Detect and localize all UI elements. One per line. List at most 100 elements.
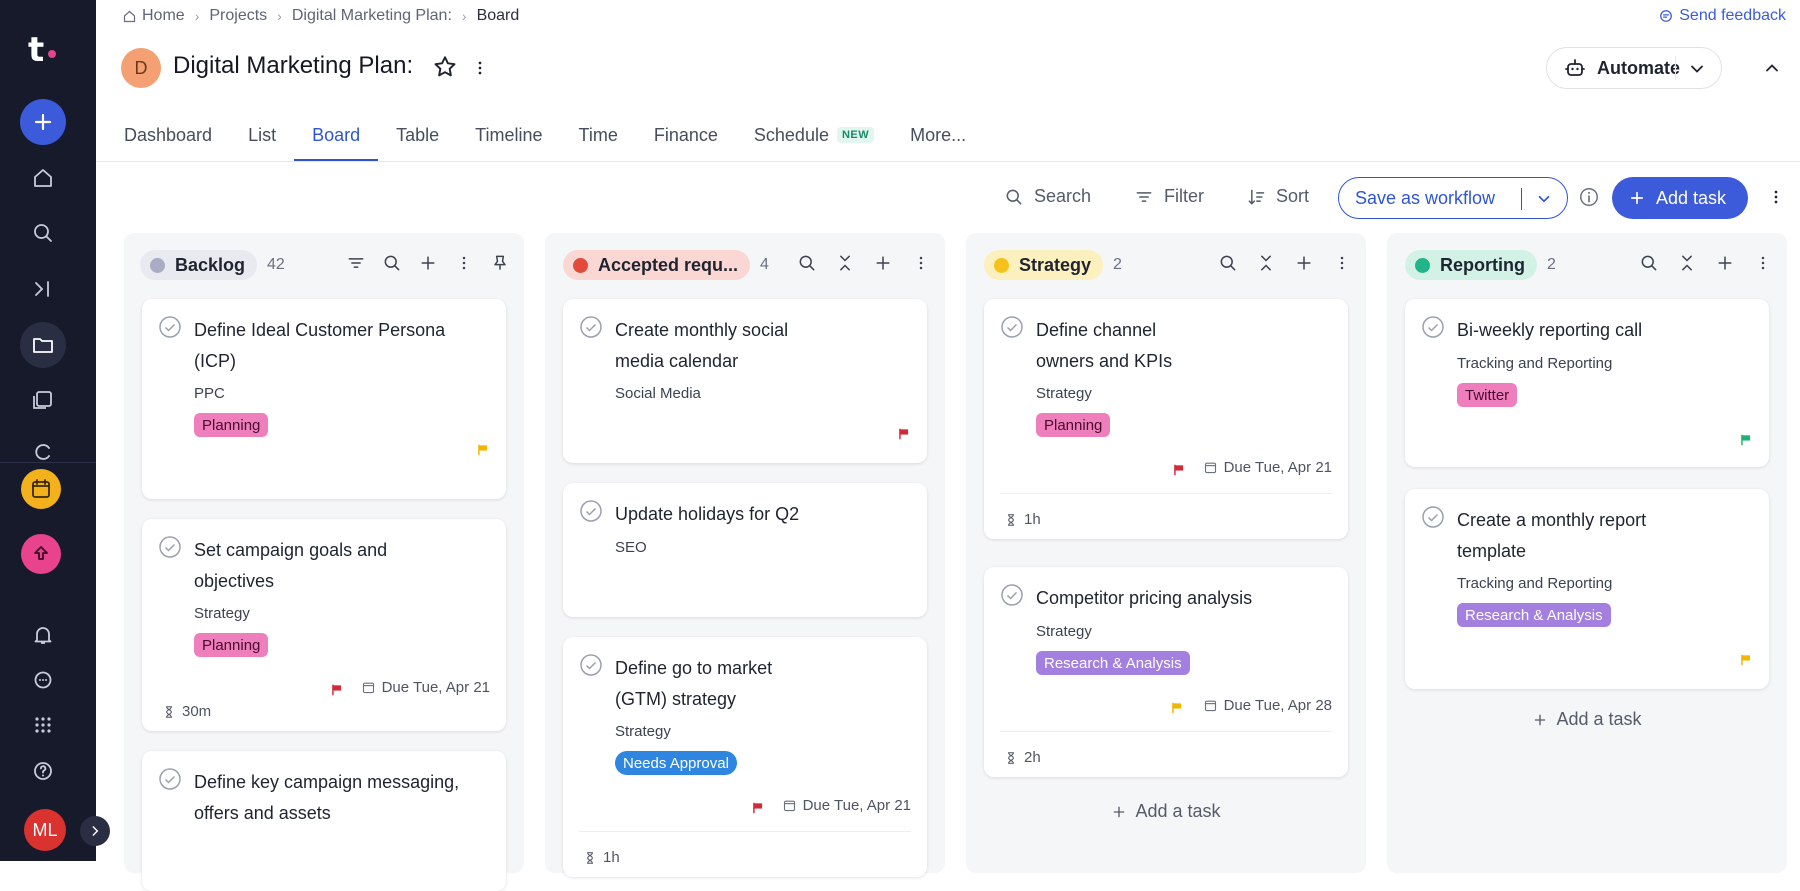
more-options-icon[interactable] (1766, 186, 1786, 208)
chevron-down-icon[interactable] (1687, 59, 1707, 79)
flag-icon[interactable] (1172, 463, 1186, 477)
task-title[interactable]: Create a monthly report template (1457, 505, 1647, 567)
task-card[interactable]: Create a monthly report template Trackin… (1405, 489, 1769, 689)
check-circle-icon[interactable] (158, 315, 182, 339)
tab-time[interactable]: Time (561, 110, 636, 160)
flag-icon[interactable] (751, 801, 765, 815)
tab-schedule[interactable]: Schedule NEW (736, 110, 892, 160)
due-date[interactable]: Due Tue, Apr 21 (361, 679, 490, 696)
chevron-up-icon[interactable] (1762, 58, 1782, 78)
check-circle-icon[interactable] (579, 653, 603, 677)
pin-icon[interactable] (490, 253, 510, 273)
info-icon[interactable] (1578, 186, 1600, 208)
calendar-button[interactable] (21, 469, 61, 509)
tab-timeline[interactable]: Timeline (457, 110, 560, 160)
search-icon[interactable] (382, 253, 402, 273)
plus-icon[interactable] (873, 253, 893, 273)
save-as-workflow-button[interactable]: Save as workflow (1338, 177, 1568, 219)
collapse-icon[interactable] (1256, 253, 1276, 273)
task-title[interactable]: Define go to market (GTM) strategy (615, 653, 795, 715)
task-title[interactable]: Create monthly social media calendar (615, 315, 825, 377)
chevron-down-icon[interactable] (1535, 190, 1553, 208)
flag-icon[interactable] (1739, 653, 1753, 667)
inbox-nav-button[interactable] (20, 266, 66, 312)
check-circle-icon[interactable] (1421, 315, 1445, 339)
flag-icon[interactable] (1739, 433, 1753, 447)
task-card[interactable]: Define key campaign messaging, offers an… (142, 751, 506, 891)
tab-more[interactable]: More... (892, 110, 984, 160)
task-title[interactable]: Define Ideal Customer Persona (ICP) (194, 315, 454, 377)
due-date[interactable]: Due Tue, Apr 21 (1203, 459, 1332, 476)
home-nav-button[interactable] (20, 155, 66, 201)
time-estimate[interactable]: 30m (162, 703, 211, 720)
send-feedback-link[interactable]: Send feedback (1659, 7, 1786, 25)
task-title[interactable]: Set campaign goals and objectives (194, 535, 454, 597)
filter-button[interactable]: Filter (1134, 186, 1204, 207)
flag-icon[interactable] (897, 427, 911, 441)
page-title[interactable]: Digital Marketing Plan: (173, 52, 413, 80)
task-title[interactable]: Update holidays for Q2 (615, 499, 875, 530)
breadcrumb-projects[interactable]: Projects (209, 7, 267, 25)
portfolio-nav-button[interactable] (20, 377, 66, 423)
search-icon[interactable] (797, 253, 817, 273)
flag-icon[interactable] (1170, 701, 1184, 715)
goals-nav-button[interactable] (20, 432, 66, 460)
plus-icon[interactable] (418, 253, 438, 273)
column-status-pill[interactable]: Strategy (984, 250, 1104, 280)
breadcrumb-home[interactable]: Home (142, 7, 185, 25)
task-title[interactable]: Define channel owners and KPIs (1036, 315, 1206, 377)
search-icon[interactable] (1639, 253, 1659, 273)
task-title[interactable]: Bi-weekly reporting call (1457, 315, 1747, 346)
time-estimate[interactable]: 1h (583, 849, 620, 866)
task-card[interactable]: Define Ideal Customer Persona (ICP) PPC … (142, 299, 506, 499)
due-date[interactable]: Due Tue, Apr 28 (1203, 697, 1332, 714)
sort-button[interactable]: Sort (1246, 186, 1309, 207)
task-title[interactable]: Competitor pricing analysis (1036, 583, 1326, 614)
check-circle-icon[interactable] (579, 315, 603, 339)
add-task-button[interactable]: Add task (1612, 177, 1748, 219)
notifications-button[interactable] (20, 612, 66, 658)
filter-icon[interactable] (346, 253, 366, 273)
more-options-icon[interactable] (454, 253, 474, 273)
column-status-pill[interactable]: Reporting (1405, 250, 1537, 280)
due-date[interactable]: Due Tue, Apr 21 (782, 797, 911, 814)
search-button[interactable]: Search (1004, 186, 1091, 207)
more-options-icon[interactable] (911, 253, 931, 273)
column-status-pill[interactable]: Accepted requ... (563, 250, 751, 280)
search-nav-button[interactable] (20, 210, 66, 256)
check-circle-icon[interactable] (1000, 583, 1024, 607)
task-card[interactable]: Update holidays for Q2 SEO (563, 483, 927, 617)
tab-list[interactable]: List (230, 110, 294, 160)
more-options-icon[interactable] (1753, 253, 1773, 273)
flag-icon[interactable] (476, 443, 490, 457)
collapse-icon[interactable] (835, 253, 855, 273)
tab-board[interactable]: Board (294, 110, 379, 161)
check-circle-icon[interactable] (579, 499, 603, 523)
tab-table[interactable]: Table (378, 110, 457, 160)
task-card[interactable]: Competitor pricing analysis Strategy Res… (984, 567, 1348, 777)
breadcrumb-plan[interactable]: Digital Marketing Plan: (292, 7, 452, 25)
create-new-button[interactable] (20, 99, 66, 145)
add-a-task-button[interactable]: Add a task (1387, 709, 1787, 730)
help-button[interactable] (20, 748, 66, 794)
task-card[interactable]: Define go to market (GTM) strategy Strat… (563, 637, 927, 877)
task-title[interactable]: Define key campaign messaging, offers an… (194, 767, 474, 829)
column-status-pill[interactable]: Backlog (140, 250, 258, 280)
task-card[interactable]: Define channel owners and KPIs Strategy … (984, 299, 1348, 539)
apps-button[interactable] (20, 702, 66, 748)
check-circle-icon[interactable] (158, 535, 182, 559)
expand-rail-button[interactable] (80, 816, 110, 846)
task-card[interactable]: Create monthly social media calendar Soc… (563, 299, 927, 463)
task-card[interactable]: Set campaign goals and objectives Strate… (142, 519, 506, 731)
automate-button[interactable]: Automate (1546, 47, 1722, 89)
projects-nav-button[interactable] (20, 322, 66, 368)
collapse-icon[interactable] (1677, 253, 1697, 273)
app-logo[interactable]: t (28, 30, 44, 70)
check-circle-icon[interactable] (158, 767, 182, 791)
check-circle-icon[interactable] (1000, 315, 1024, 339)
plus-icon[interactable] (1715, 253, 1735, 273)
user-avatar[interactable]: ML (24, 809, 66, 851)
task-card[interactable]: Bi-weekly reporting call Tracking and Re… (1405, 299, 1769, 467)
tab-finance[interactable]: Finance (636, 110, 736, 160)
more-options-icon[interactable] (1332, 253, 1352, 273)
